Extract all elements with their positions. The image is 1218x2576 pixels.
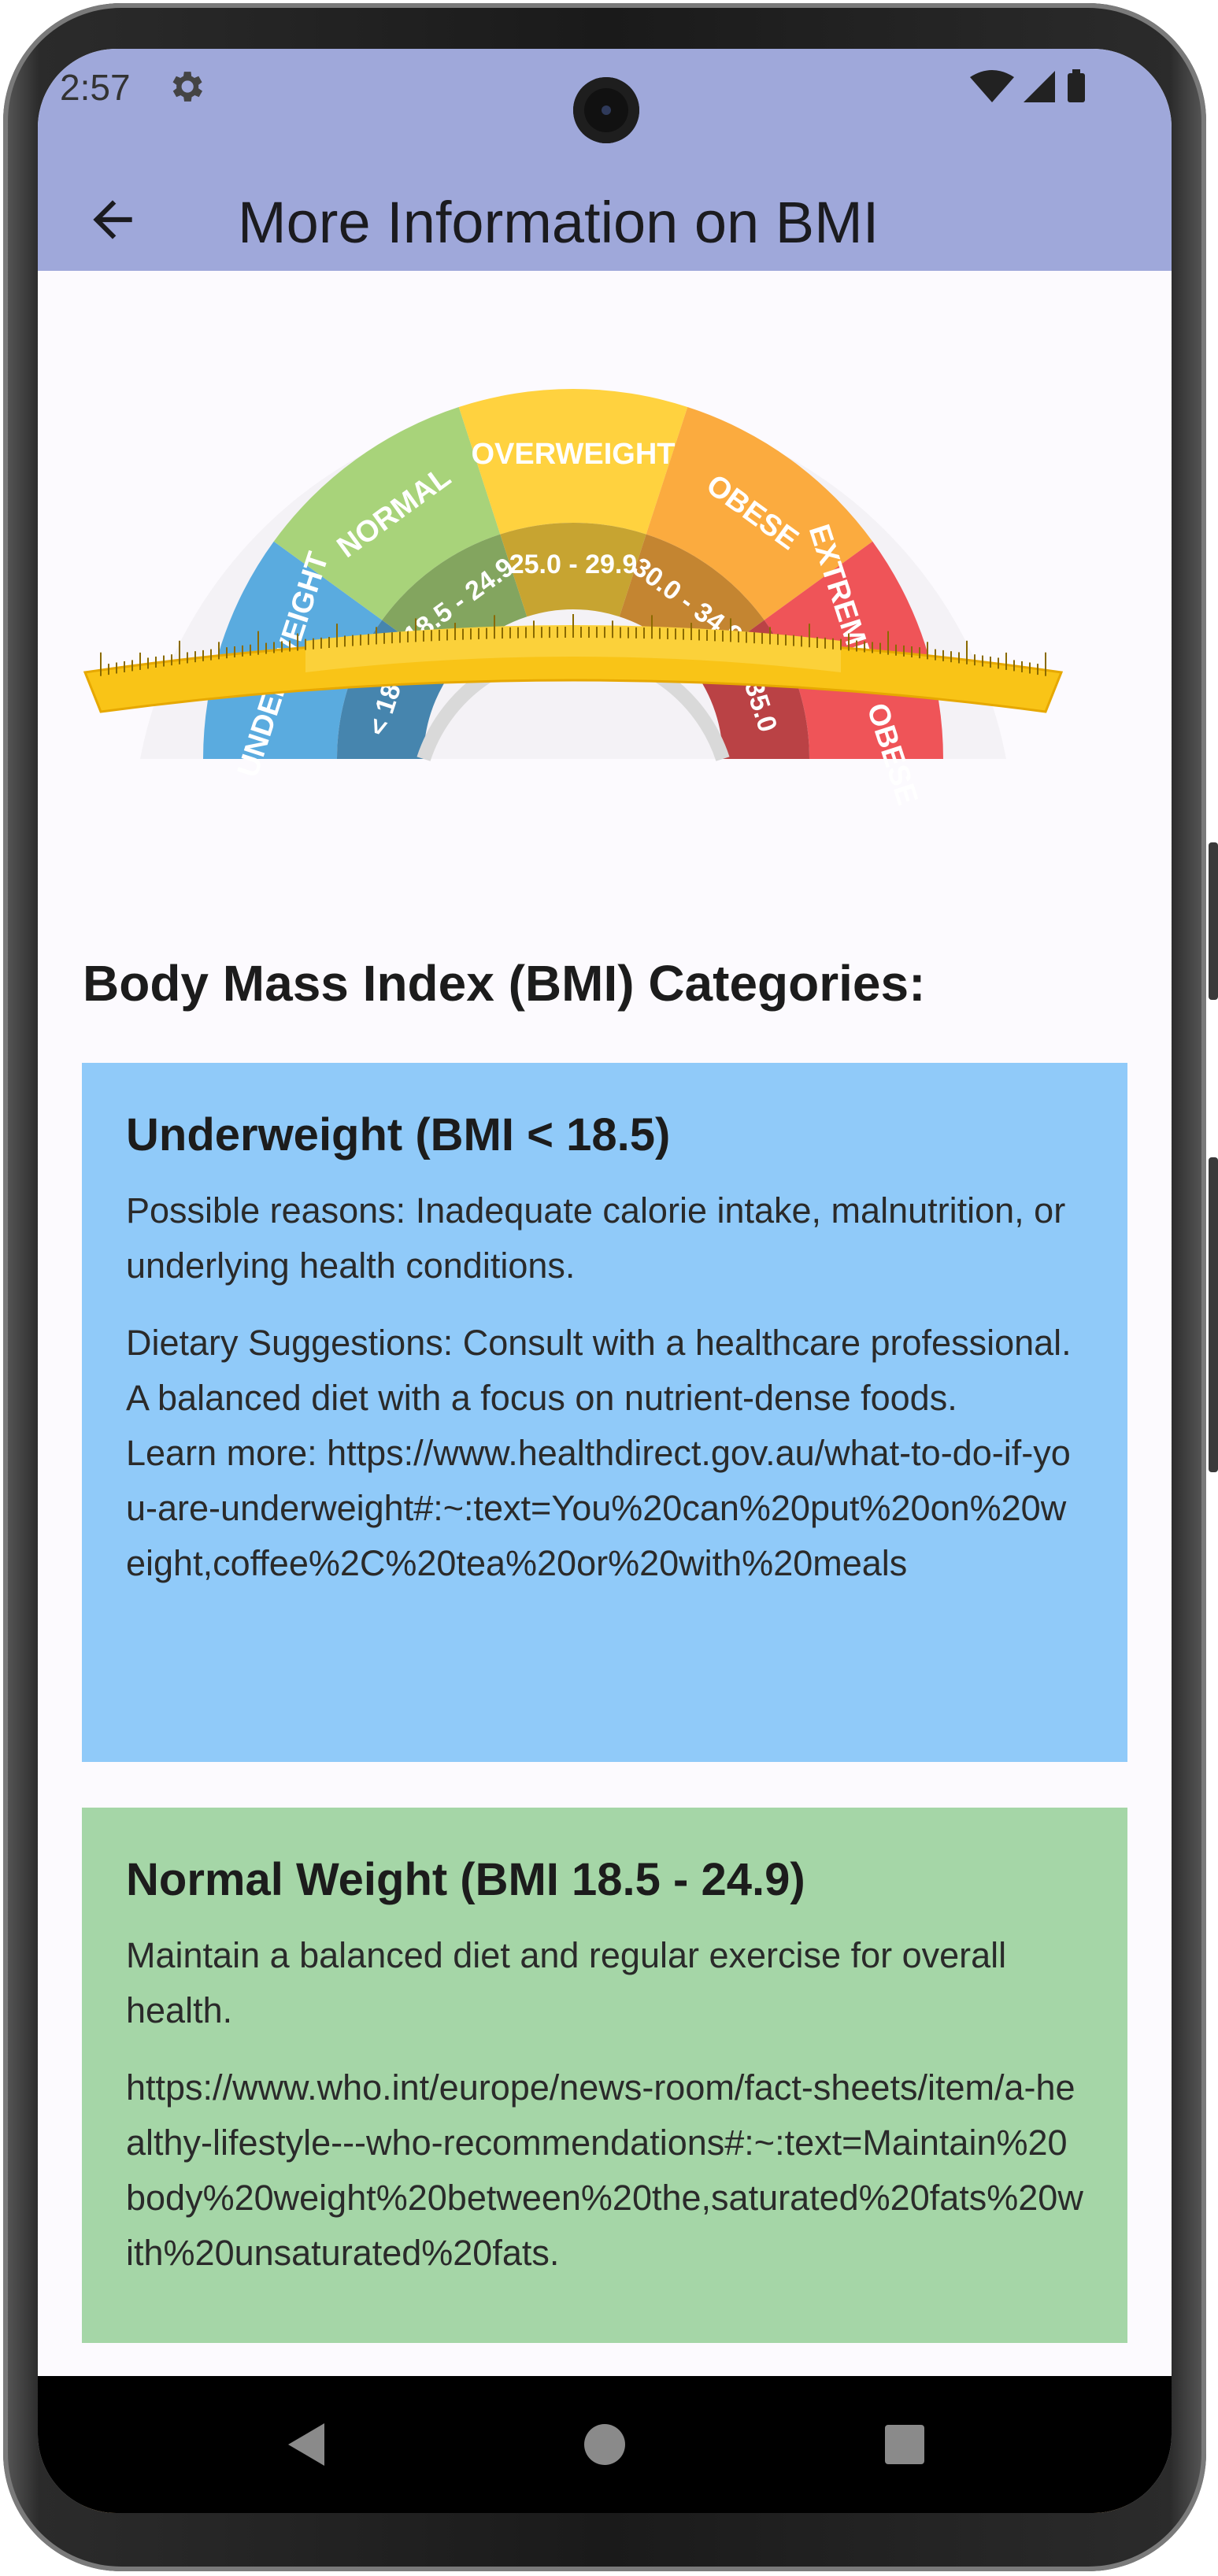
wifi-icon bbox=[970, 70, 1014, 102]
screen: 2:57 More Information on BMI < 18.5 NORM… bbox=[38, 49, 1172, 2513]
front-camera bbox=[573, 77, 639, 143]
card-title: Underweight (BMI < 18.5) bbox=[126, 1109, 671, 1160]
normal-weight-card: Normal Weight (BMI 18.5 - 24.9) Maintain… bbox=[82, 1808, 1127, 2343]
card-diet: Dietary Suggestions: Consult with a heal… bbox=[126, 1323, 1072, 1418]
navigation-bar bbox=[38, 2376, 1172, 2513]
signal-icon bbox=[1024, 71, 1055, 102]
card-reasons: Possible reasons: Inadequate calorie int… bbox=[126, 1190, 1066, 1286]
learn-more-link[interactable]: Learn more: https://www.healthdirect.gov… bbox=[126, 1426, 1083, 1591]
triangle-back-icon[interactable] bbox=[279, 2417, 334, 2472]
gear-icon bbox=[172, 72, 203, 102]
gauge-range-label: 25.0 - 29.9 bbox=[509, 550, 638, 579]
power-button bbox=[1209, 842, 1218, 1000]
page-title: More Information on BMI bbox=[238, 190, 879, 255]
card-text: Maintain a balanced diet and regular exe… bbox=[126, 1935, 1007, 2030]
circle-home-icon[interactable] bbox=[577, 2417, 632, 2472]
phone-device: 2:57 More Information on BMI < 18.5 NORM… bbox=[0, 0, 1218, 2576]
who-link[interactable]: https://www.who.int/europe/news-room/fac… bbox=[126, 2060, 1083, 2281]
content-scroll[interactable]: UNDER WEIGHT< 18.5NORMAL18.5 - 24.9OVERW… bbox=[38, 271, 1172, 2513]
square-recents-icon[interactable] bbox=[877, 2417, 932, 2472]
arrow-back-icon[interactable] bbox=[83, 191, 142, 249]
underweight-card: Underweight (BMI < 18.5) Possible reason… bbox=[82, 1063, 1127, 1762]
volume-button bbox=[1209, 1157, 1218, 1472]
status-icons bbox=[970, 69, 1085, 102]
app-bar: 2:57 More Information on BMI bbox=[38, 49, 1172, 271]
card-title: Normal Weight (BMI 18.5 - 24.9) bbox=[126, 1854, 805, 1905]
bmi-gauge-image: UNDER WEIGHT< 18.5NORMAL18.5 - 24.9OVERW… bbox=[83, 389, 1064, 809]
gauge-category-label: OVERWEIGHT bbox=[472, 438, 676, 471]
battery-icon bbox=[1068, 69, 1085, 102]
status-time: 2:57 bbox=[60, 67, 131, 108]
section-heading: Body Mass Index (BMI) Categories: bbox=[83, 955, 926, 1012]
